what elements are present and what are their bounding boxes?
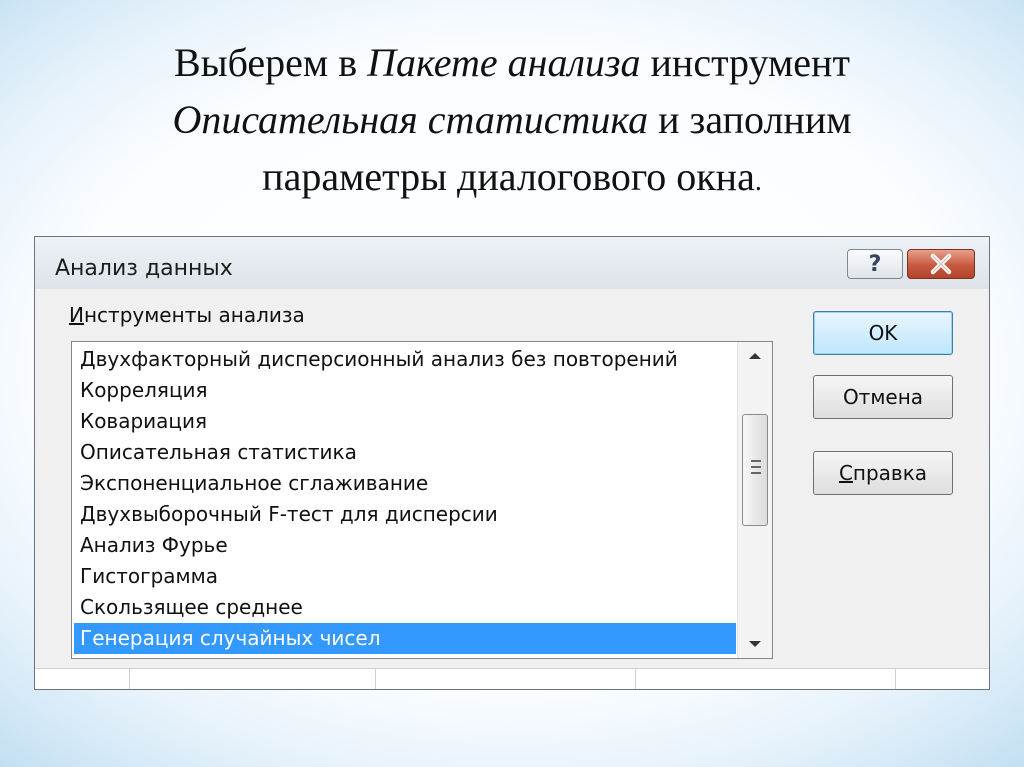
- close-icon: [930, 253, 952, 275]
- title-italic-2: Описательная статистика: [172, 97, 649, 142]
- dialog-title: Анализ данных: [55, 256, 233, 281]
- cancel-button-label: Отмена: [842, 385, 924, 409]
- ok-button[interactable]: OK: [813, 311, 953, 355]
- help-button-label: правка: [852, 461, 928, 485]
- list-item[interactable]: Гистограмма: [74, 561, 736, 592]
- help-reference-button[interactable]: Справка: [813, 451, 953, 495]
- sheet-strip: [35, 668, 989, 689]
- column-divider: [895, 669, 896, 689]
- help-button-mnemonic: С: [838, 461, 853, 485]
- title-italic-1: Пакете анализа: [367, 40, 641, 85]
- tools-label-text: нструменты анализа: [83, 303, 305, 327]
- close-button[interactable]: [907, 249, 975, 279]
- scroll-up-icon: [749, 353, 761, 359]
- tools-listbox[interactable]: Двухфакторный дисперсионный анализ без п…: [71, 341, 773, 659]
- tools-list: Двухфакторный дисперсионный анализ без п…: [74, 344, 736, 654]
- list-scrollbar[interactable]: [737, 342, 772, 658]
- title-text-1: Выберем в: [174, 40, 368, 85]
- dialog-titlebar[interactable]: Анализ данных ?: [35, 237, 989, 289]
- grip-line: [751, 460, 761, 462]
- list-item[interactable]: Скользящее среднее: [74, 592, 736, 623]
- list-item-selected[interactable]: Генерация случайных чисел: [74, 623, 736, 654]
- column-divider: [635, 669, 636, 689]
- grip-line: [751, 472, 761, 474]
- list-item[interactable]: Ковариация: [74, 406, 736, 437]
- tools-label-mnemonic: И: [69, 303, 84, 327]
- title-text-4: параметры диалогового окна: [262, 154, 755, 199]
- slide-title: Выберем в Пакете анализа инструмент Опис…: [60, 34, 964, 210]
- column-divider: [375, 669, 376, 689]
- analysis-dialog: Анализ данных ? Инструменты анализа Двух…: [34, 236, 990, 690]
- scroll-thumb[interactable]: [742, 414, 768, 526]
- grip-line: [751, 466, 761, 468]
- help-button[interactable]: ?: [847, 249, 903, 279]
- cancel-button[interactable]: Отмена: [813, 375, 953, 419]
- dialog-content: Инструменты анализа Двухфакторный диспер…: [35, 289, 989, 689]
- title-text-3: и заполним: [648, 97, 852, 142]
- list-item[interactable]: Описательная статистика: [74, 437, 736, 468]
- title-period: .: [754, 166, 762, 197]
- column-divider: [129, 669, 130, 689]
- ok-button-label: OK: [868, 321, 898, 345]
- list-item[interactable]: Корреляция: [74, 375, 736, 406]
- scroll-up-button[interactable]: [738, 342, 772, 370]
- list-item[interactable]: Экспоненциальное сглаживание: [74, 468, 736, 499]
- help-icon: ?: [868, 251, 882, 277]
- scroll-down-button[interactable]: [738, 630, 772, 658]
- tools-label: Инструменты анализа: [69, 303, 305, 327]
- scroll-down-icon: [749, 641, 761, 647]
- title-text-2: инструмент: [640, 40, 850, 85]
- list-item[interactable]: Двухвыборочный F-тест для дисперсии: [74, 499, 736, 530]
- list-item[interactable]: Двухфакторный дисперсионный анализ без п…: [74, 344, 736, 375]
- list-item[interactable]: Анализ Фурье: [74, 530, 736, 561]
